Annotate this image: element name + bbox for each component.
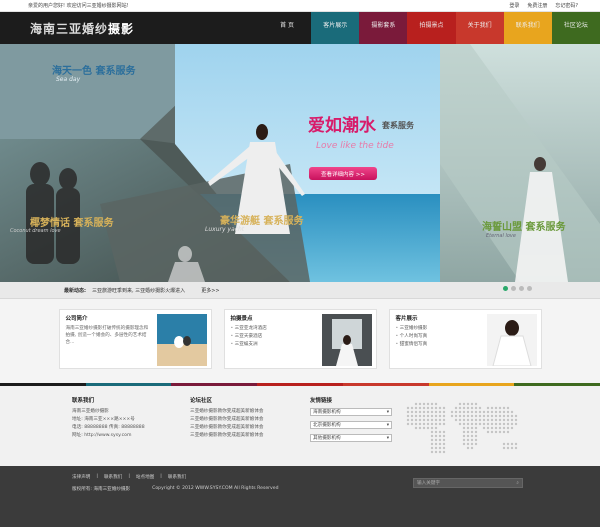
news-text[interactable]: 三亚旅游旺季到来, 三亚婚纱摄影火爆进入 <box>92 287 185 294</box>
banner-collage <box>0 44 600 282</box>
friend-link-select[interactable]: 海南摄影机构 ▾ <box>310 408 392 416</box>
banner-text-coconut: 椰梦情话 套系服务 <box>30 218 114 229</box>
contact-line: 地址: 海南三亚×××路×××号 <box>72 417 135 422</box>
copyright-notice: Copyright © 2012 WWW.SYSY.COM All Rights… <box>152 486 279 491</box>
banner-headline-en: Love like the tide <box>316 141 394 151</box>
feature-title: 拍摄景点 <box>230 316 253 322</box>
banner-headline: 爱如潮水 <box>308 116 376 136</box>
gallery-link[interactable]: 三亚婚纱摄影 <box>396 325 483 333</box>
slider-dot[interactable] <box>519 286 524 291</box>
feature-description: 海南三亚婚纱摄影打破传统的摄影理念和拍摄, 创造一个婚会的、多层性的艺术结合..… <box>65 326 149 345</box>
nav-item-forum[interactable]: 社区论坛 <box>551 12 600 44</box>
forum-link[interactable]: 三亚婚纱摄影教你变成超美新娘体会 <box>190 424 280 432</box>
nav-item-contact[interactable]: 联系我们 <box>503 12 552 44</box>
slider-dots <box>503 286 532 291</box>
gallery-link[interactable]: 甜蜜情侣写真 <box>396 341 483 349</box>
footer-link-contact-2[interactable]: 联系我们 <box>168 474 186 480</box>
nav-item-about[interactable]: 关于我们 <box>455 12 504 44</box>
gallery-photo[interactable] <box>486 314 537 366</box>
contact-line: 电话: 88888888 传真: 88888888 <box>72 425 145 430</box>
banner-subtitle-yacht: Luxury yacht <box>205 226 245 233</box>
feature-row: 公司简介 海南三亚婚纱摄影打破传统的摄影理念和拍摄, 创造一个婚会的、多层性的艺… <box>0 299 600 383</box>
forum-link[interactable]: 三亚婚纱摄影教你变成超美新娘体会 <box>190 416 280 424</box>
slider-dot[interactable] <box>527 286 532 291</box>
search-input[interactable]: 输入关键字 <box>417 480 440 486</box>
gallery-link[interactable]: 个人时尚写真 <box>396 333 483 341</box>
footer-link-sitemap[interactable]: 站点地图 <box>136 474 154 480</box>
logo-text-strong: 摄影 <box>108 21 135 36</box>
contact-line: 海南三亚婚纱摄影 <box>72 409 109 414</box>
forum-column: 论坛社区 三亚婚纱摄影教你变成超美新娘体会 三亚婚纱摄影教你变成超美新娘体会 三… <box>190 396 280 466</box>
locations-photo[interactable] <box>321 314 372 366</box>
welcome-text: 亲爱的用户您好! 欢迎访问三亚婚纱摄影网站! <box>28 3 129 9</box>
footer-link-contact[interactable]: 联系我们 <box>104 474 122 480</box>
friend-link-select[interactable]: 北京摄影机构 ▾ <box>310 421 392 429</box>
friends-column: 友情链接 海南摄影机构 ▾ 北京摄影机构 ▾ 其他摄影机构 ▾ <box>310 396 392 466</box>
contact-column: 联系我们 海南三亚婚纱摄影 地址: 海南三亚×××路×××号 电话: 88888… <box>72 396 160 466</box>
banner-subtitle-coconut: Coconut dream love <box>10 228 61 234</box>
login-link[interactable]: 登录 <box>509 2 519 9</box>
copyright-owner: 版权所有: 海南三亚婚纱摄影 <box>72 487 131 492</box>
banner-subtitle-eternal: Eternal love <box>486 233 516 239</box>
news-more-link[interactable]: 更多>> <box>201 287 219 294</box>
feature-card-company: 公司简介 海南三亚婚纱摄影打破传统的摄影理念和拍摄, 创造一个婚会的、多层性的艺… <box>58 309 212 369</box>
footer-search: 输入关键字 ⌕ <box>413 478 523 488</box>
forgot-password-link[interactable]: 忘记密码? <box>555 2 578 9</box>
view-details-button[interactable]: 查看详细内容 >> <box>309 167 377 180</box>
banner-subtitle-sea-day: Sea day <box>56 76 81 83</box>
contact-line: 网址: http://www.sysy.com <box>72 433 132 438</box>
location-link[interactable]: 三亚天豪酒店 <box>231 333 318 341</box>
chevron-down-icon: ▾ <box>386 409 389 415</box>
hero-banner: 海天一色 套系服务 Sea day 椰梦情话 套系服务 Coconut drea… <box>0 44 600 282</box>
forum-link[interactable]: 三亚婚纱摄影教你变成超美新娘体会 <box>190 408 280 416</box>
location-link[interactable]: 三亚蜈支洲 <box>231 341 318 349</box>
nav-item-gallery[interactable]: 客片展示 <box>311 12 360 44</box>
banner-headline-suffix: 套系服务 <box>382 121 414 130</box>
banner-text-sea-day: 海天一色 套系服务 <box>52 66 136 77</box>
site-logo[interactable]: 海南三亚婚纱 摄影 <box>0 12 263 44</box>
logo-text: 海南三亚婚纱 <box>30 21 109 36</box>
feature-card-locations: 拍摄景点 三亚亚龙湾酒店 三亚天豪酒店 三亚蜈支洲 <box>223 309 377 369</box>
company-photo[interactable] <box>156 314 207 366</box>
chevron-down-icon: ▾ <box>386 422 389 428</box>
slider-dot[interactable] <box>511 286 516 291</box>
banner-text-eternal: 海誓山盟 套系服务 <box>482 222 566 233</box>
world-map-icon <box>406 402 518 454</box>
chevron-down-icon: ▾ <box>386 435 389 441</box>
main-nav: 首 页 客片展示 摄影套系 拍摄景点 关于我们 联系我们 社区论坛 <box>263 12 600 44</box>
location-link[interactable]: 三亚亚龙湾酒店 <box>231 325 318 333</box>
site-footer: 法律声明 | 联系我们 | 站点地图 | 联系我们 版权所有: 海南三亚婚纱摄影 Co… <box>0 466 600 527</box>
news-label: 最新动态: <box>64 287 86 294</box>
search-icon[interactable]: ⌕ <box>516 480 519 486</box>
forum-title: 论坛社区 <box>190 398 213 404</box>
forum-link[interactable]: 三亚婚纱摄影教你变成超美新娘体会 <box>190 432 280 440</box>
feature-card-gallery: 客片展示 三亚婚纱摄影 个人时尚写真 甜蜜情侣写真 <box>388 309 542 369</box>
account-links: 登录 免费注册 忘记密码? <box>509 2 578 9</box>
feature-title: 客片展示 <box>395 316 418 322</box>
site-header: 海南三亚婚纱 摄影 首 页 客片展示 摄影套系 拍摄景点 关于我们 联系我们 社… <box>0 12 600 44</box>
register-link[interactable]: 免费注册 <box>527 2 547 9</box>
top-bar: 亲爱的用户您好! 欢迎访问三亚婚纱摄影网站! 登录 免费注册 忘记密码? <box>0 0 600 12</box>
nav-item-home[interactable]: 首 页 <box>263 12 312 44</box>
footer-link-legal[interactable]: 法律声明 <box>72 474 90 480</box>
nav-item-locations[interactable]: 拍摄景点 <box>407 12 456 44</box>
banner-text-yacht: 豪华游艇 套系服务 <box>220 216 304 227</box>
info-section: 联系我们 海南三亚婚纱摄影 地址: 海南三亚×××路×××号 电话: 88888… <box>0 386 600 466</box>
nav-item-packages[interactable]: 摄影套系 <box>359 12 408 44</box>
friends-title: 友情链接 <box>310 398 333 404</box>
friend-link-select[interactable]: 其他摄影机构 ▾ <box>310 434 392 442</box>
slider-dot[interactable] <box>503 286 508 291</box>
feature-title: 公司简介 <box>65 316 88 322</box>
contact-title: 联系我们 <box>72 398 95 404</box>
